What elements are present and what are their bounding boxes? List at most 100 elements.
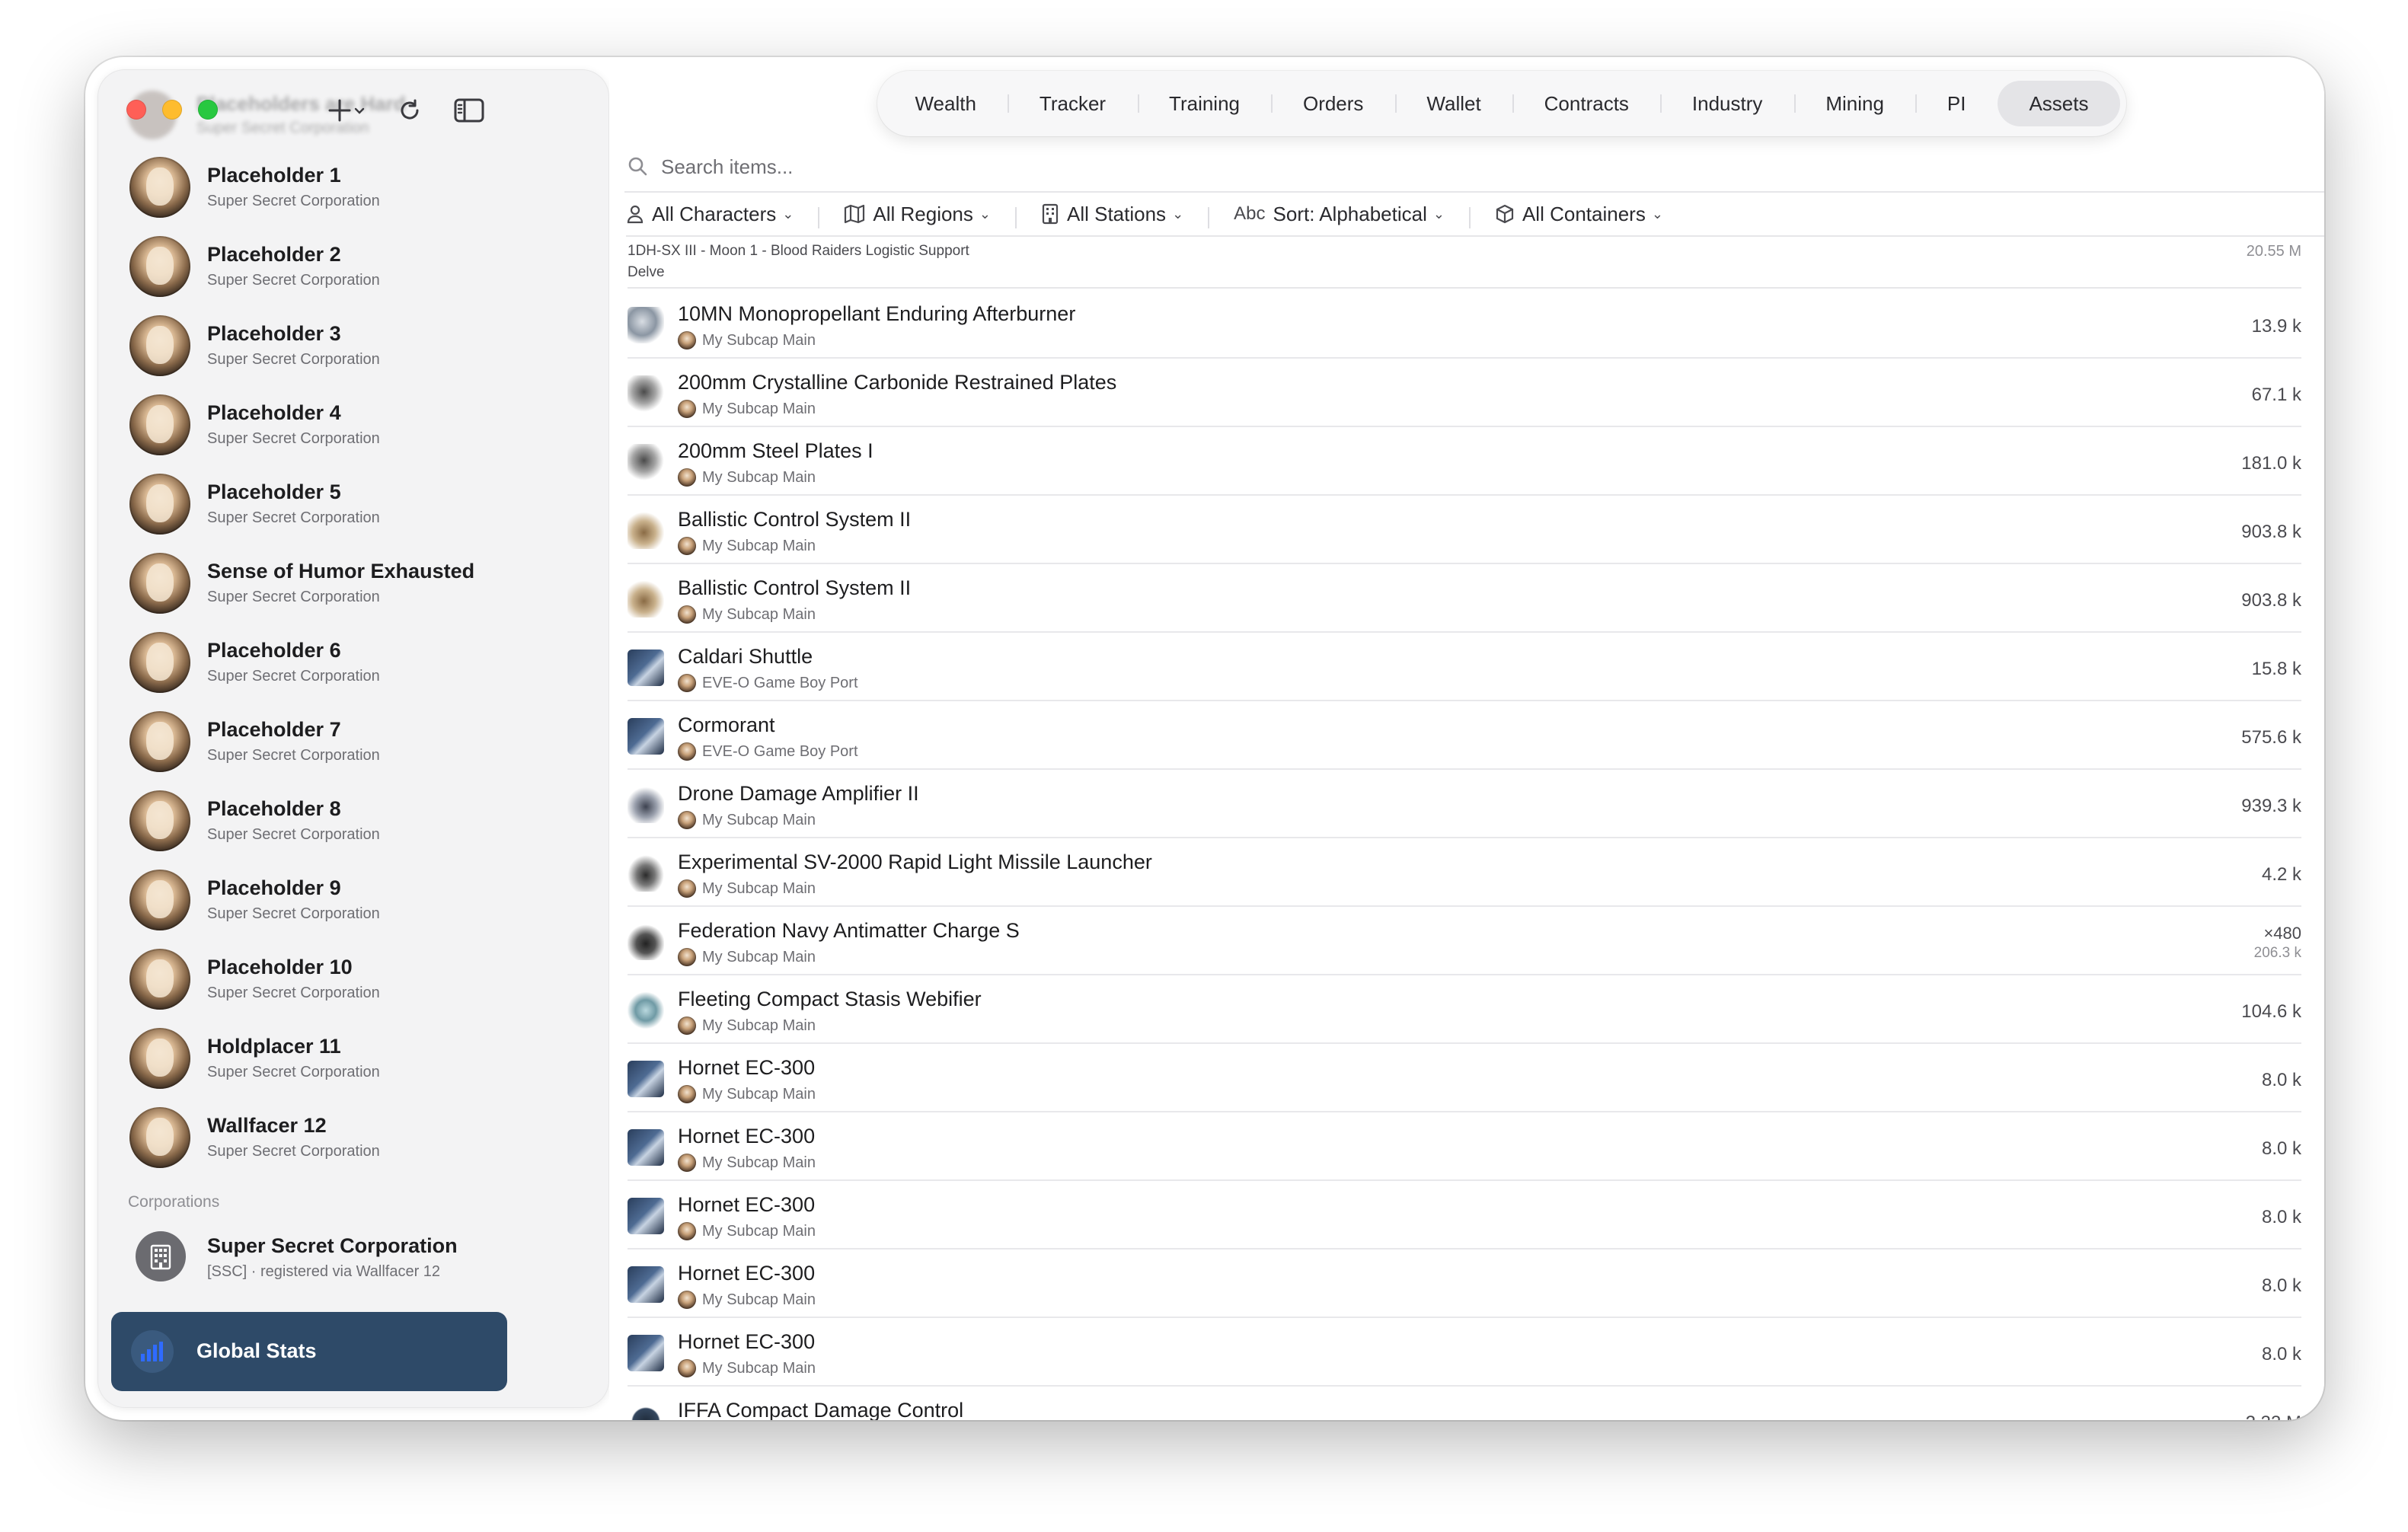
owner-name: My Subcap Main	[702, 605, 816, 623]
avatar	[129, 790, 190, 851]
drone-icon	[628, 1335, 664, 1371]
character-item[interactable]: Placeholder 7 Super Secret Corporation	[97, 703, 609, 782]
owner: My Subcap Main	[678, 1359, 816, 1377]
character-name: Placeholder 7	[207, 718, 341, 741]
characters-filter[interactable]: All Characters ⌄	[626, 203, 820, 228]
character-name: Placeholder 1	[207, 164, 341, 187]
toggle-sidebar-button[interactable]	[454, 92, 484, 129]
add-menu-button[interactable]	[326, 92, 366, 129]
owner: My Subcap Main	[678, 331, 816, 349]
character-item[interactable]: Placeholder 10 Super Secret Corporation	[97, 940, 609, 1020]
owner: My Subcap Main	[678, 879, 816, 898]
damage-control-icon	[628, 1403, 664, 1420]
corporations-section-label: Corporations	[128, 1193, 220, 1211]
refresh-button[interactable]	[396, 92, 423, 129]
asset-row[interactable]: 200mm Crystalline Carbonide Restrained P…	[628, 359, 2301, 427]
character-corp: Super Secret Corporation	[207, 1064, 380, 1080]
location-header[interactable]: 1DH-SX III - Moon 1 - Blood Raiders Logi…	[628, 237, 2301, 289]
item-name: Hornet EC-300	[678, 1330, 816, 1353]
avatar	[678, 811, 696, 829]
asset-row[interactable]: Hornet EC-300 My Subcap Main 8.0 k	[628, 1181, 2301, 1250]
owner-name: My Subcap Main	[702, 1154, 816, 1171]
location-total-value: 20.55 M	[2246, 243, 2301, 260]
character-item[interactable]: Placeholder 4 Super Secret Corporation	[97, 386, 609, 465]
asset-row[interactable]: Cormorant EVE-O Game Boy Port 575.6 k	[628, 701, 2301, 770]
owner: My Subcap Main	[678, 605, 816, 624]
asset-row[interactable]: Hornet EC-300 My Subcap Main 8.0 k	[628, 1250, 2301, 1318]
sidebar: Placeholders are Hard Super Secret Corpo…	[97, 69, 609, 1408]
character-name: Placeholder 8	[207, 797, 341, 820]
character-item[interactable]: Placeholder 1 Super Secret Corporation	[97, 148, 609, 228]
avatar	[129, 157, 190, 218]
owner: My Subcap Main	[678, 468, 816, 487]
containers-filter[interactable]: All Containers ⌄	[1495, 203, 1689, 226]
window-controls	[126, 100, 218, 120]
sort-menu-label: Sort: Alphabetical	[1273, 202, 1427, 225]
tab-training[interactable]: Training	[1137, 81, 1272, 126]
character-corp: Super Secret Corporation	[207, 589, 380, 605]
avatar	[678, 1222, 696, 1240]
character-item[interactable]: Placeholder 6 Super Secret Corporation	[97, 624, 609, 703]
tab-industry[interactable]: Industry	[1660, 81, 1793, 126]
asset-row[interactable]: Federation Navy Antimatter Charge S My Su…	[628, 907, 2301, 975]
global-stats-button[interactable]: Global Stats	[111, 1312, 507, 1391]
regions-filter[interactable]: All Regions ⌄	[844, 203, 1017, 228]
asset-row[interactable]: Hornet EC-300 My Subcap Main 8.0 k	[628, 1044, 2301, 1112]
asset-row[interactable]: Ballistic Control System II My Subcap Mai…	[628, 496, 2301, 564]
avatar	[678, 331, 696, 349]
character-item[interactable]: Wallfacer 12 Super Secret Corporation	[97, 1099, 609, 1178]
corporation-item[interactable]: Super Secret Corporation [SSC] · registe…	[97, 1221, 609, 1289]
character-item[interactable]: Placeholder 9 Super Secret Corporation	[97, 861, 609, 940]
asset-row[interactable]: 10MN Monopropellant Enduring Afterburner…	[628, 290, 2301, 359]
owner-name: My Subcap Main	[702, 1291, 816, 1308]
close-window-button[interactable]	[126, 100, 146, 120]
tab-tracker[interactable]: Tracker	[1008, 81, 1137, 126]
asset-row[interactable]: Fleeting Compact Stasis Webifier My Subca…	[628, 975, 2301, 1044]
search-bar	[624, 141, 2324, 193]
tab-mining[interactable]: Mining	[1793, 81, 1916, 126]
tab-wealth[interactable]: Wealth	[883, 81, 1008, 126]
character-item[interactable]: Placeholder 8 Super Secret Corporation	[97, 782, 609, 861]
tab-orders[interactable]: Orders	[1271, 81, 1394, 126]
bar-chart-icon	[131, 1330, 174, 1373]
asset-row[interactable]: Experimental SV-2000 Rapid Light Missile…	[628, 838, 2301, 907]
asset-row[interactable]: Drone Damage Amplifier II My Subcap Main 9…	[628, 770, 2301, 838]
avatar	[129, 870, 190, 930]
asset-row[interactable]: 200mm Steel Plates I My Subcap Main 181.0 …	[628, 427, 2301, 496]
asset-row[interactable]: Caldari Shuttle EVE-O Game Boy Port 15.8 k	[628, 633, 2301, 701]
character-name: Sense of Humor Exhausted	[207, 560, 475, 582]
afterburner-icon	[628, 307, 664, 343]
character-corp: Super Secret Corporation	[207, 430, 380, 447]
missile-launcher-icon	[628, 855, 664, 892]
character-name: Placeholder 6	[207, 639, 341, 662]
drone-icon	[628, 1266, 664, 1303]
zoom-window-button[interactable]	[198, 100, 218, 120]
item-value: 67.1 k	[2251, 385, 2301, 405]
stations-filter[interactable]: All Stations ⌄	[1041, 203, 1210, 228]
character-name: Placeholder 4	[207, 401, 341, 424]
tab-assets[interactable]: Assets	[1997, 81, 2120, 126]
search-input[interactable]	[659, 152, 1272, 182]
item-value: 8.0 k	[2261, 1138, 2301, 1159]
minimize-window-button[interactable]	[162, 100, 182, 120]
asset-row[interactable]: Hornet EC-300 My Subcap Main 8.0 k	[628, 1318, 2301, 1387]
owner-name: My Subcap Main	[702, 948, 816, 965]
character-item[interactable]: Placeholder 3 Super Secret Corporation	[97, 307, 609, 386]
character-corp: Super Secret Corporation	[207, 826, 380, 843]
item-value: 8.0 k	[2261, 1070, 2301, 1090]
tab-pi[interactable]: PI	[1915, 81, 1998, 126]
asset-row[interactable]: Ballistic Control System II My Subcap Mai…	[628, 564, 2301, 633]
character-item[interactable]: Sense of Humor Exhausted Super Secret Cor…	[97, 544, 609, 624]
character-item[interactable]: Placeholder 2 Super Secret Corporation	[97, 228, 609, 307]
character-item[interactable]: Placeholder 5 Super Secret Corporation	[97, 465, 609, 544]
search-icon	[628, 157, 647, 176]
avatar	[678, 468, 696, 487]
tab-wallet[interactable]: Wallet	[1394, 81, 1512, 126]
tab-contracts[interactable]: Contracts	[1512, 81, 1660, 126]
sort-menu[interactable]: Abc Sort: Alphabetical ⌄	[1234, 202, 1471, 228]
asset-list: 10MN Monopropellant Enduring Afterburner…	[628, 290, 2301, 1420]
asset-row[interactable]: IFFA Compact Damage ControlMy Subcap Mai…	[628, 1387, 2301, 1420]
asset-row[interactable]: Hornet EC-300 My Subcap Main 8.0 k	[628, 1112, 2301, 1181]
ship-icon	[628, 718, 664, 755]
character-item[interactable]: Holdplacer 11 Super Secret Corporation	[97, 1020, 609, 1099]
